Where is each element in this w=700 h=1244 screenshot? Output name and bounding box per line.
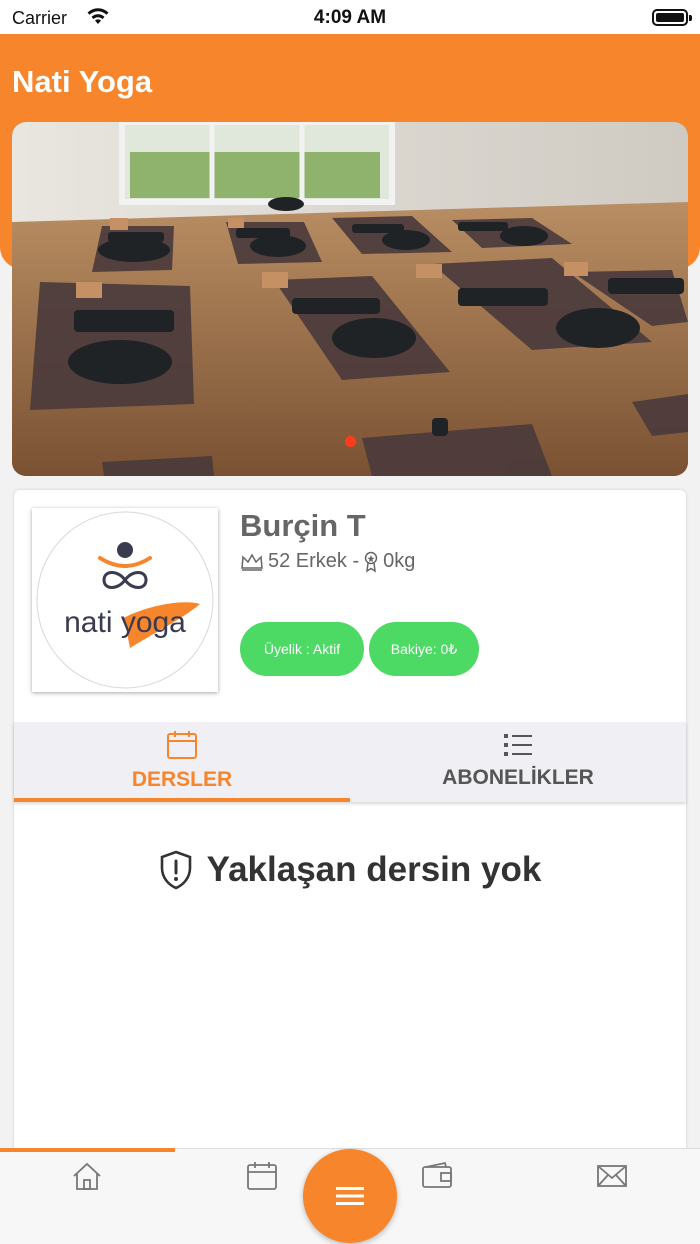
status-bar: Carrier 4:09 AM xyxy=(0,0,700,34)
image-carousel[interactable] xyxy=(12,122,688,476)
nati-yoga-logo: nati yoga xyxy=(36,511,214,689)
profile-card: nati yoga Burçin T 52 Erkek - 0kg Üyelik… xyxy=(14,490,686,1150)
list-icon xyxy=(504,734,532,756)
wallet-icon[interactable] xyxy=(421,1161,453,1191)
battery-icon xyxy=(652,9,692,26)
studio-photo xyxy=(12,122,688,476)
membership-status-badge[interactable]: Üyelik : Aktif xyxy=(240,622,364,676)
crown-icon xyxy=(241,552,263,571)
home-icon[interactable] xyxy=(71,1161,103,1191)
balance-badge[interactable]: Bakiye: 0₺ xyxy=(369,622,479,676)
profile-weight: 0kg xyxy=(383,550,416,572)
tab-dersler-label: DERSLER xyxy=(131,768,233,791)
calendar-icon[interactable] xyxy=(246,1161,278,1191)
clock: 4:09 AM xyxy=(313,7,387,28)
empty-state-text: Yaklaşan dersin yok xyxy=(206,850,542,889)
svg-text:nati yoga: nati yoga xyxy=(64,606,186,639)
calendar-icon xyxy=(167,731,197,759)
bottom-nav-active-indicator xyxy=(0,1148,175,1152)
app-title: Nati Yoga xyxy=(12,64,153,99)
profile-name: Burçin T xyxy=(240,508,366,543)
tab-abonelikler[interactable]: ABONELİKLER xyxy=(350,722,686,802)
profile-age-gender: 52 Erkek - xyxy=(268,550,360,572)
tab-abonelikler-label: ABONELİKLER xyxy=(442,766,594,789)
shield-alert-icon xyxy=(160,850,191,890)
medal-icon xyxy=(364,551,378,572)
menu-fab-button[interactable] xyxy=(303,1149,397,1243)
studio-logo: nati yoga xyxy=(32,508,218,692)
mail-icon[interactable] xyxy=(596,1161,628,1191)
empty-state: Yaklaşan dersin yok xyxy=(14,850,686,890)
profile-meta: 52 Erkek - 0kg xyxy=(240,550,415,573)
tab-bar: DERSLER ABONELİKLER xyxy=(14,722,686,802)
menu-icon xyxy=(336,1187,364,1205)
carousel-indicator-active[interactable] xyxy=(345,436,356,447)
tab-dersler[interactable]: DERSLER xyxy=(14,722,350,802)
